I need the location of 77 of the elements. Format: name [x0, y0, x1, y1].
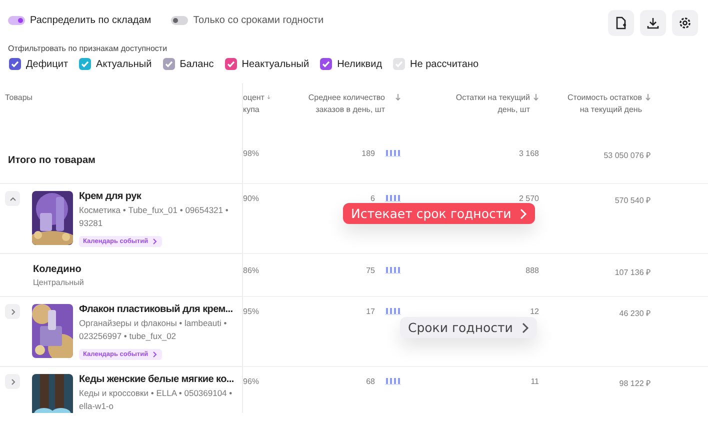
- column-header: Товары: [5, 93, 33, 102]
- chevron-icon: [519, 208, 528, 220]
- warehouse-region: Центральный: [33, 278, 84, 287]
- product-name: Крем для рук: [79, 191, 142, 202]
- table-cell: 3 168: [518, 149, 539, 158]
- chevron-icon: [8, 378, 16, 386]
- chevron-icon: [520, 322, 529, 334]
- sparkline-icon: [385, 266, 401, 274]
- table-cell: 96%: [243, 377, 260, 386]
- table-cell: 95%: [243, 307, 260, 316]
- sort-arrow-icon: [267, 93, 271, 101]
- chevron-icon: [152, 351, 158, 358]
- chevron-icon: [8, 308, 16, 316]
- table-cell-text: 570 540 ₽: [614, 195, 651, 205]
- toggle-switch[interactable]: [171, 16, 188, 25]
- checkbox-label: Дефицит: [26, 58, 68, 70]
- product-meta: Кеды и кроссовки • ELLA • 050369104 • ella-w1-o: [79, 387, 234, 413]
- expand-button[interactable]: [5, 304, 20, 319]
- toggle-switch[interactable]: [8, 16, 25, 25]
- export-document-button[interactable]: [608, 10, 634, 36]
- checkbox[interactable]: [320, 58, 332, 70]
- toggle-label: Распределить по складам: [30, 15, 152, 26]
- column-header[interactable]: Стоимость остатков на текущий день: [567, 92, 642, 116]
- table-cell: 98%: [243, 149, 260, 158]
- chevron-icon: [8, 194, 16, 202]
- product-meta: Косметика • Tube_fux_01 • 09654321 • 93281: [79, 204, 230, 230]
- toggle-label: Только со сроками годности: [193, 15, 324, 26]
- expand-button[interactable]: [5, 191, 20, 206]
- sparkline-icon: [385, 307, 401, 315]
- expand-button[interactable]: [5, 374, 20, 389]
- table-cell-text: 107 136 ₽: [614, 267, 651, 277]
- checkbox-label: Баланс: [180, 58, 214, 70]
- sort-arrow-icon: [533, 93, 539, 101]
- sparkline-icon: [385, 149, 401, 157]
- checkbox[interactable]: [162, 58, 175, 70]
- settings-button[interactable]: [672, 10, 698, 36]
- checkbox-label: Не рассчитано: [410, 58, 479, 70]
- column-header[interactable]: Остатки на текущий день, шт: [456, 92, 530, 116]
- checkbox-label: Неактуальный: [242, 58, 310, 70]
- table-cell: 86%: [243, 266, 260, 275]
- product-name: Кеды женские белые мягкие ко...: [79, 374, 235, 385]
- settings-icon: [678, 16, 692, 30]
- total-label: Итого по товарам: [8, 154, 96, 166]
- table-cell-text: 53 050 076 ₽: [604, 150, 651, 160]
- product-meta: Органайзеры и флаконы • lambeauti • 023256997 • tube_fux_02: [79, 317, 228, 343]
- sort-arrow-icon: [395, 93, 401, 101]
- checkbox[interactable]: [79, 58, 92, 70]
- table-cell: 12: [530, 307, 539, 316]
- table-cell-text: 46 230 ₽: [619, 308, 651, 318]
- table-cell: 2 570: [518, 194, 539, 203]
- chevron-icon: [152, 238, 158, 245]
- table-cell: 68: [366, 377, 375, 386]
- sort-arrow-icon: [645, 93, 651, 101]
- column-header[interactable]: оцент купа: [243, 92, 264, 116]
- checkbox[interactable]: [224, 58, 237, 70]
- table-cell-text: 98 122 ₽: [619, 378, 651, 388]
- filter-label: Отфильтровать по признакам доступности: [8, 44, 168, 53]
- table-cell: 189: [362, 149, 375, 158]
- sparkline-icon: [385, 377, 401, 385]
- checkbox-label: Неликвид: [337, 58, 382, 70]
- column-header[interactable]: Среднее количество заказов в день, шт: [308, 92, 385, 116]
- checkbox-label: Актуальный: [96, 58, 152, 70]
- sparkline-icon: [385, 194, 401, 202]
- product-name: Флакон пластиковый для крем...: [79, 304, 234, 315]
- table-cell: 17: [366, 307, 375, 316]
- table-cell: 888: [526, 266, 539, 275]
- table-cell: 90%: [243, 194, 260, 203]
- download-button[interactable]: [640, 10, 666, 36]
- download-icon: [646, 16, 660, 30]
- table-cell: 6: [370, 194, 375, 203]
- checkbox[interactable]: [9, 58, 21, 70]
- table-cell: 75: [366, 266, 375, 275]
- document-plus-icon: [614, 16, 628, 30]
- tooltip-button[interactable]: Истекает срок годности: [343, 203, 536, 224]
- tooltip-button[interactable]: Сроки годности: [400, 317, 537, 338]
- warehouse-name: Коледино: [33, 264, 82, 275]
- table-cell: 11: [530, 377, 539, 386]
